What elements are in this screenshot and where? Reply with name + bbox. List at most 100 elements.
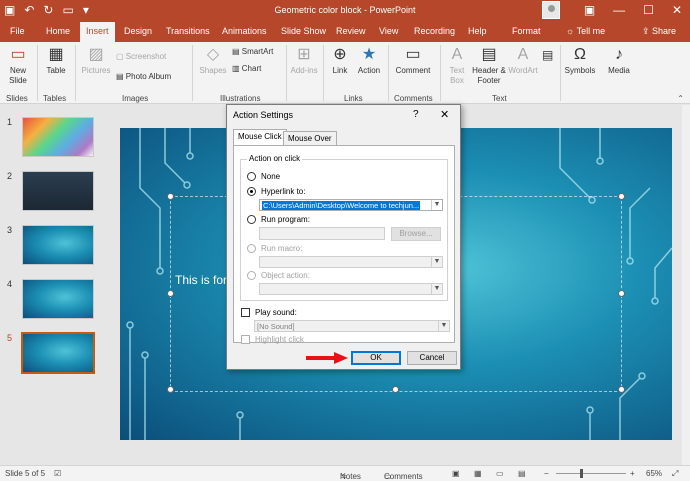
screenshot-button[interactable]: ▢ Screenshot: [116, 52, 166, 61]
none-radio[interactable]: [247, 172, 256, 181]
group-label-slides: Slides: [6, 94, 28, 103]
tab-recording[interactable]: Recording: [414, 26, 455, 36]
close-icon[interactable]: ✕: [672, 3, 682, 17]
resize-handle[interactable]: [167, 386, 174, 393]
media-icon: ♪: [615, 46, 623, 63]
chevron-down-icon[interactable]: ▼: [438, 321, 449, 331]
fit-slide-icon[interactable]: ⤢: [672, 469, 678, 479]
wordart-icon: A: [517, 46, 529, 63]
wordart-button[interactable]: A WordArt: [507, 46, 539, 76]
addins-button[interactable]: ⊞ Add-ins: [290, 46, 318, 76]
resize-handle[interactable]: [618, 386, 625, 393]
share-button[interactable]: ⇪ Share: [642, 26, 676, 37]
sound-dropdown[interactable]: [No Sound] ▼: [254, 320, 450, 332]
reading-view-icon[interactable]: ▭: [496, 469, 504, 478]
chevron-down-icon[interactable]: ▼: [431, 257, 442, 267]
tab-format[interactable]: Format: [512, 26, 541, 36]
share-icon: ⇪: [642, 26, 653, 36]
tell-me-search[interactable]: ☼ Tell me: [566, 26, 605, 36]
symbols-button[interactable]: Ω Symbols: [564, 46, 596, 76]
resize-handle[interactable]: [167, 193, 174, 200]
new-slide-button[interactable]: ▭ New Slide: [3, 46, 33, 86]
text-box-button[interactable]: A Text Box: [444, 46, 470, 86]
tab-help[interactable]: Help: [468, 26, 487, 36]
text-more-icon[interactable]: ▤: [542, 48, 553, 62]
slide-title-text[interactable]: This is for: [175, 273, 227, 287]
zoom-level[interactable]: 65%: [646, 469, 662, 478]
comment-label: Comment: [395, 66, 431, 75]
hyperlink-radio[interactable]: [247, 187, 256, 196]
ribbon-display-icon[interactable]: ▣: [584, 3, 595, 17]
photo-album-icon: ▤: [116, 72, 126, 81]
avatar[interactable]: [542, 1, 560, 19]
object-action-radio[interactable]: [247, 271, 256, 280]
minimize-icon[interactable]: —: [613, 3, 625, 17]
resize-handle[interactable]: [618, 193, 625, 200]
chart-button[interactable]: ▥ Chart: [232, 64, 261, 73]
cancel-button[interactable]: Cancel: [407, 351, 457, 365]
resize-handle[interactable]: [392, 386, 399, 393]
zoom-out-icon[interactable]: −: [544, 469, 549, 478]
photo-album-button[interactable]: ▤ Photo Album: [116, 72, 171, 81]
slide-thumbnail-3[interactable]: [22, 225, 94, 265]
addins-icon: ⊞: [297, 46, 311, 63]
zoom-slider[interactable]: [556, 473, 626, 474]
tab-review[interactable]: Review: [336, 26, 366, 36]
group-label-text: Text: [492, 94, 507, 103]
tab-mouse-click[interactable]: Mouse Click: [233, 129, 287, 146]
resize-handle[interactable]: [618, 290, 625, 297]
tab-slide-show[interactable]: Slide Show: [281, 26, 326, 36]
spelling-icon[interactable]: ☑: [54, 469, 61, 478]
play-sound-checkbox[interactable]: [241, 308, 250, 317]
zoom-slider-thumb[interactable]: [580, 469, 583, 478]
comment-button[interactable]: ▭ Comment: [392, 46, 434, 76]
tab-mouse-over[interactable]: Mouse Over: [283, 131, 337, 145]
ok-button[interactable]: OK: [351, 351, 401, 365]
chevron-down-icon[interactable]: ▼: [431, 284, 442, 294]
chevron-down-icon[interactable]: ▼: [431, 200, 442, 210]
action-button[interactable]: ★ Action: [354, 46, 384, 76]
slide-thumbnail-1[interactable]: [22, 117, 94, 157]
tab-design[interactable]: Design: [124, 26, 152, 36]
run-program-input[interactable]: [259, 227, 385, 240]
normal-view-icon[interactable]: ▣: [452, 469, 460, 478]
shapes-icon: ◇: [206, 46, 220, 63]
header-footer-button[interactable]: ▤ Header & Footer: [472, 46, 506, 86]
maximize-icon[interactable]: ☐: [643, 3, 654, 17]
tab-animations[interactable]: Animations: [222, 26, 267, 36]
collapse-ribbon-icon[interactable]: ⌃: [677, 94, 684, 103]
media-button[interactable]: ♪ Media: [604, 46, 634, 76]
run-program-radio[interactable]: [247, 215, 256, 224]
hyperlink-dropdown[interactable]: C:\Users\Admin\Desktop\Welcome to techju…: [259, 199, 443, 211]
status-bar: Slide 5 of 5 ☑ ≐ Notes ▭ Comments ▣ ▦ ▭ …: [0, 465, 690, 481]
screenshot-icon: ▢: [116, 52, 126, 61]
link-button[interactable]: ⊕ Link: [327, 46, 353, 76]
table-button[interactable]: ▦ Table: [41, 46, 71, 76]
run-macro-dropdown[interactable]: ▼: [259, 256, 443, 268]
slideshow-view-icon[interactable]: ▤: [518, 469, 526, 478]
help-icon[interactable]: ?: [413, 109, 419, 120]
browse-button[interactable]: Browse...: [391, 227, 441, 241]
slide-thumbnail-2[interactable]: [22, 171, 94, 211]
close-icon[interactable]: ✕: [440, 108, 449, 121]
object-action-dropdown[interactable]: ▼: [259, 283, 443, 295]
tab-transitions[interactable]: Transitions: [166, 26, 210, 36]
pictures-button[interactable]: ▨ Pictures: [79, 46, 113, 76]
vertical-scrollbar[interactable]: [682, 105, 690, 465]
highlight-click-checkbox[interactable]: [241, 335, 250, 344]
link-icon: ⊕: [333, 46, 347, 63]
tab-view[interactable]: View: [379, 26, 398, 36]
run-macro-radio[interactable]: [247, 244, 256, 253]
resize-handle[interactable]: [167, 290, 174, 297]
chart-icon: ▥: [232, 64, 242, 73]
tab-insert[interactable]: Insert: [80, 22, 115, 42]
shapes-button[interactable]: ◇ Shapes: [198, 46, 228, 76]
smartart-button[interactable]: ▤ SmartArt: [232, 47, 273, 56]
slide-thumbnail-5[interactable]: [21, 332, 95, 374]
zoom-in-icon[interactable]: +: [630, 469, 635, 478]
wordart-label: WordArt: [508, 66, 538, 75]
tab-file[interactable]: File: [10, 26, 25, 36]
slide-thumbnail-4[interactable]: [22, 279, 94, 319]
slide-sorter-icon[interactable]: ▦: [474, 469, 482, 478]
tab-home[interactable]: Home: [46, 26, 70, 36]
